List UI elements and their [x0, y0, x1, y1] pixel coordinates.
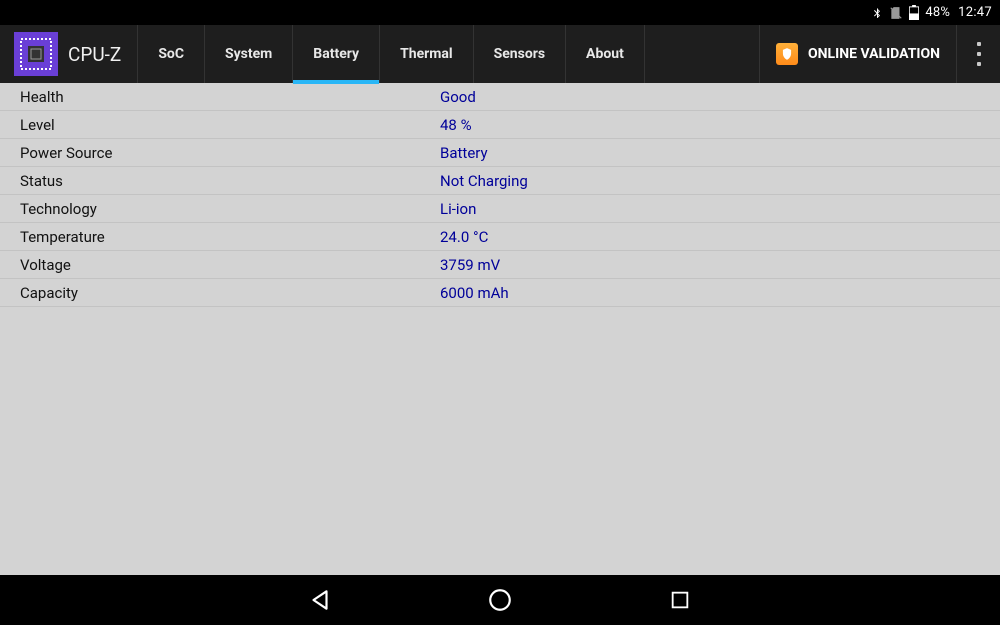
- row-label: Status: [20, 172, 440, 190]
- row-label: Technology: [20, 200, 440, 218]
- table-row: Technology Li-ion: [0, 195, 1000, 223]
- more-vert-icon: [977, 39, 981, 69]
- row-label: Voltage: [20, 256, 440, 274]
- battery-icon: [909, 5, 919, 20]
- recent-square-icon: [669, 589, 691, 611]
- tab-sensors[interactable]: Sensors: [474, 25, 566, 83]
- row-label: Level: [20, 116, 440, 134]
- table-row: Level 48 %: [0, 111, 1000, 139]
- table-row: Temperature 24.0 °C: [0, 223, 1000, 251]
- table-row: Voltage 3759 mV: [0, 251, 1000, 279]
- tab-label: System: [225, 46, 272, 62]
- home-circle-icon: [487, 587, 513, 613]
- row-value: 3759 mV: [440, 256, 500, 274]
- nav-back-button[interactable]: [300, 580, 340, 620]
- tab-label: Sensors: [494, 46, 545, 62]
- row-value: Good: [440, 88, 476, 106]
- row-value: 6000 mAh: [440, 284, 509, 302]
- table-row: Capacity 6000 mAh: [0, 279, 1000, 307]
- row-value: 48 %: [440, 116, 472, 134]
- table-row: Power Source Battery: [0, 139, 1000, 167]
- app-brand[interactable]: CPU-Z: [0, 25, 138, 83]
- tab-label: SoC: [158, 46, 184, 62]
- row-value: Battery: [440, 144, 488, 162]
- bluetooth-icon: [871, 5, 883, 21]
- android-nav-bar: [0, 575, 1000, 625]
- back-triangle-icon: [307, 587, 333, 613]
- validation-icon: [776, 43, 798, 65]
- row-label: Temperature: [20, 228, 440, 246]
- tab-label: About: [586, 46, 624, 62]
- tab-thermal[interactable]: Thermal: [380, 25, 474, 83]
- nav-recent-button[interactable]: [660, 580, 700, 620]
- battery-info-list: Health Good Level 48 % Power Source Batt…: [0, 83, 1000, 575]
- table-row: Health Good: [0, 83, 1000, 111]
- row-value: 24.0 °C: [440, 228, 488, 246]
- tab-bar: SoC System Battery Thermal Sensors About: [138, 25, 645, 83]
- spacer: [645, 25, 759, 83]
- online-validation-label: ONLINE VALIDATION: [808, 46, 940, 62]
- row-label: Power Source: [20, 144, 440, 162]
- overflow-menu[interactable]: [956, 25, 1000, 83]
- tab-about[interactable]: About: [566, 25, 645, 83]
- online-validation-button[interactable]: ONLINE VALIDATION: [759, 25, 956, 83]
- tab-label: Battery: [313, 46, 359, 62]
- row-label: Health: [20, 88, 440, 106]
- row-label: Capacity: [20, 284, 440, 302]
- row-value: Not Charging: [440, 172, 528, 190]
- android-status-bar: 48% 12:47: [0, 0, 1000, 25]
- tab-soc[interactable]: SoC: [138, 25, 205, 83]
- row-value: Li-ion: [440, 200, 476, 218]
- action-bar: CPU-Z SoC System Battery Thermal Sensors…: [0, 25, 1000, 83]
- battery-percent: 48%: [925, 5, 950, 20]
- app-title: CPU-Z: [68, 43, 121, 66]
- tab-battery[interactable]: Battery: [293, 25, 380, 83]
- sd-card-icon: [889, 6, 903, 20]
- app-icon: [14, 32, 58, 76]
- status-clock: 12:47: [958, 5, 992, 20]
- table-row: Status Not Charging: [0, 167, 1000, 195]
- nav-home-button[interactable]: [480, 580, 520, 620]
- tab-system[interactable]: System: [205, 25, 293, 83]
- tab-label: Thermal: [400, 46, 453, 62]
